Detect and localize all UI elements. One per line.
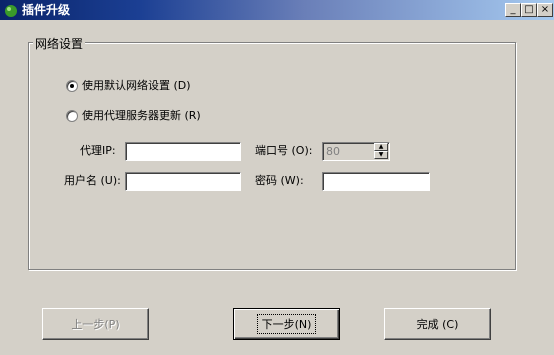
app-icon (5, 5, 17, 17)
minimize-button[interactable]: _ (505, 3, 521, 17)
port-label: 端口号 (O): (255, 144, 313, 157)
username-input[interactable] (125, 172, 241, 191)
maximize-button[interactable]: □ (521, 3, 537, 17)
prev-button[interactable]: 上一步(P) (42, 308, 149, 340)
spin-down-icon[interactable]: ▼ (374, 151, 388, 159)
proxy-ip-label: 代理IP: (80, 144, 116, 157)
proxy-ip-input[interactable] (125, 142, 241, 161)
username-label: 用户名 (U): (64, 174, 121, 187)
radio-default-network-label[interactable]: 使用默认网络设置 (D) (82, 79, 191, 93)
spin-up-icon[interactable]: ▲ (374, 143, 388, 151)
window-title: 插件升级 (22, 3, 71, 17)
radio-default-network[interactable] (66, 80, 78, 92)
title-bar: 插件升级 _ □ × (0, 0, 554, 20)
password-input[interactable] (322, 172, 430, 191)
next-button[interactable]: 下一步(N) (233, 308, 340, 340)
finish-button-label: 完成 (C) (416, 318, 459, 331)
radio-proxy-server[interactable] (66, 110, 78, 122)
port-spinner[interactable]: ▲ ▼ (374, 143, 388, 160)
radio-proxy-server-label[interactable]: 使用代理服务器更新 (R) (82, 109, 201, 123)
finish-button[interactable]: 完成 (C) (384, 308, 491, 340)
password-label: 密码 (W): (255, 174, 304, 187)
next-button-label: 下一步(N) (256, 314, 317, 334)
close-button[interactable]: × (537, 3, 553, 17)
group-legend: 网络设置 (33, 35, 86, 52)
prev-button-label: 上一步(P) (71, 318, 120, 331)
